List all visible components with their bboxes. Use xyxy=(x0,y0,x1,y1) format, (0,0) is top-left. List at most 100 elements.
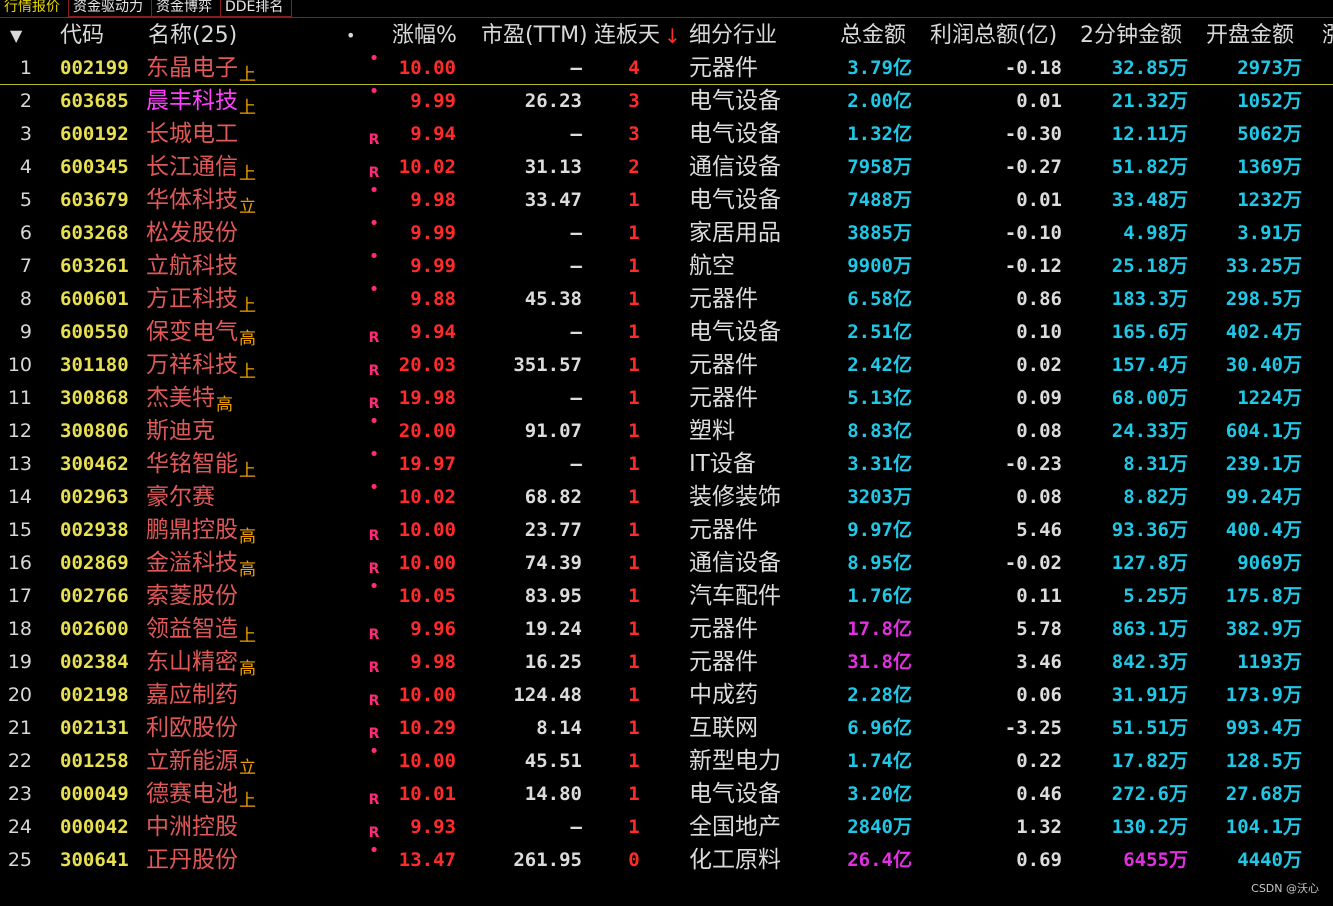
table-row[interactable]: 12 300806 斯迪克 • 20.00 91.07 1 塑料 8.83亿 0.08 24.33万… xyxy=(0,411,1333,448)
table-row[interactable]: 6 603268 松发股份 • 9.99—1 家居用品 3885万 -0.10 4.98万 3.9… xyxy=(0,213,1333,250)
open-amount: 298.5万 xyxy=(1225,288,1302,310)
change-pct: 10.01 xyxy=(398,783,456,805)
col-header-limit-days[interactable]: 连板天 xyxy=(594,19,660,53)
total-amount: 6.96亿 xyxy=(847,717,912,739)
stock-tag: 高 xyxy=(216,395,233,415)
table-row[interactable]: 1 002199 东晶电子上 • 10.00—4 元器件 3.79亿 -0.18 32.85万 2… xyxy=(0,48,1333,85)
table-row[interactable]: 15 002938 鹏鼎控股高 R 10.00 23.77 1 元器件 9.97亿 5.46 93.… xyxy=(0,514,1333,547)
col-header-industry[interactable]: 细分行业 xyxy=(689,19,777,53)
pe-ttm: 261.95 xyxy=(513,849,582,871)
tab-divider xyxy=(0,17,1333,18)
limit-days: 1 xyxy=(628,684,640,706)
table-row[interactable]: 19 002384 东山精密高 R 9.98 16.25 1 元器件 31.8亿 3.46 842.… xyxy=(0,646,1333,679)
tab-bar: 行情报价 资金驱动力 资金博弈 DDE排名 xyxy=(0,0,293,17)
amount-2min: 24.33万 xyxy=(1111,420,1188,442)
table-row[interactable]: 3 600192 长城电工 R 9.94—3 电气设备 1.32亿 -0.30 12.11万 50… xyxy=(0,118,1333,151)
col-header-more[interactable]: 涨 xyxy=(1322,19,1333,53)
sort-menu-icon[interactable]: ▼ xyxy=(10,19,22,53)
open-amount: 33.25万 xyxy=(1225,255,1302,277)
table-row[interactable]: 10 301180 万祥科技上 R 20.03 351.57 1 元器件 2.42亿 0.02 15… xyxy=(0,349,1333,382)
table-row[interactable]: 4 600345 长江通信上 R 10.02 31.13 2 通信设备 7958万 -0.27 51… xyxy=(0,151,1333,184)
table-row[interactable]: 5 603679 华体科技立 • 9.98 33.47 1 电气设备 7488万 0.01 33.4… xyxy=(0,180,1333,217)
stock-code: 600192 xyxy=(60,123,129,145)
pe-ttm: — xyxy=(570,816,582,838)
stock-name: 东山精密 xyxy=(146,649,238,675)
table-row[interactable]: 9 600550 保变电气高 R 9.94—1 电气设备 2.51亿 0.10 165.6万 40… xyxy=(0,316,1333,349)
sort-desc-icon: ↓ xyxy=(664,24,681,48)
change-pct: 10.00 xyxy=(398,552,456,574)
table-row[interactable]: 8 600601 方正科技上 • 9.88 45.38 1 元器件 6.58亿 0.86 183.3… xyxy=(0,279,1333,316)
stock-name: 立航科技 xyxy=(146,253,238,279)
industry: 通信设备 xyxy=(689,550,781,576)
total-amount: 9900万 xyxy=(847,255,912,277)
tab-capital-game[interactable]: 资金博弈 xyxy=(152,0,221,17)
amount-2min: 6455万 xyxy=(1123,849,1188,871)
tab-dde-rank[interactable]: DDE排名 xyxy=(221,0,293,17)
change-pct: 13.47 xyxy=(398,849,456,871)
change-pct: 10.00 xyxy=(398,750,456,772)
row-index: 15 xyxy=(7,519,32,541)
change-pct: 9.96 xyxy=(410,618,456,640)
stock-name: 正丹股份 xyxy=(146,847,238,873)
col-header-mark-icon[interactable]: • xyxy=(346,19,355,53)
row-index: 21 xyxy=(7,717,32,739)
table-row[interactable]: 22 001258 立新能源立 • 10.00 45.51 1 新型电力 1.74亿 0.22 17… xyxy=(0,741,1333,778)
col-header-pe[interactable]: 市盈(TTM) xyxy=(481,19,588,53)
limit-days: 1 xyxy=(628,453,640,475)
stock-name-cell: 华铭智能上 xyxy=(146,448,256,481)
col-header-amount[interactable]: 总金额 xyxy=(840,19,906,53)
col-header-name[interactable]: 名称(25) xyxy=(148,19,237,53)
industry: 塑料 xyxy=(689,418,735,444)
row-index: 13 xyxy=(7,453,32,475)
col-header-profit[interactable]: 利润总额(亿) xyxy=(930,19,1057,53)
col-header-code[interactable]: 代码 xyxy=(60,19,104,53)
tab-capital-drive[interactable]: 资金驱动力 xyxy=(69,0,152,17)
amount-2min: 51.51万 xyxy=(1111,717,1188,739)
limit-days: 0 xyxy=(628,849,640,871)
limit-days: 3 xyxy=(628,90,640,112)
total-amount: 9.97亿 xyxy=(847,519,912,541)
col-header-amount-2min[interactable]: 2分钟金额 xyxy=(1080,19,1182,53)
stock-name: 万祥科技 xyxy=(146,352,238,378)
table-row[interactable]: 25 300641 正丹股份 • 13.47 261.95 0 化工原料 26.4亿 0.69 64… xyxy=(0,840,1333,877)
table-row[interactable]: 21 002131 利欧股份 R 10.29 8.14 1 互联网 6.96亿 -3.25 51.5… xyxy=(0,712,1333,745)
col-header-change[interactable]: 涨幅% xyxy=(392,19,457,53)
open-amount: 2973万 xyxy=(1237,57,1302,79)
change-pct: 9.88 xyxy=(410,288,456,310)
profit-total: 0.09 xyxy=(1016,387,1062,409)
limit-days: 1 xyxy=(628,651,640,673)
table-row[interactable]: 13 300462 华铭智能上 • 19.97—1 IT设备 3.31亿 -0.23 8.31万… xyxy=(0,444,1333,481)
table-row[interactable]: 11 300868 杰美特高 R 19.98—1 元器件 5.13亿 0.09 68.00万 12… xyxy=(0,382,1333,415)
col-header-open-amount[interactable]: 开盘金额 xyxy=(1206,19,1294,53)
table-row[interactable]: 23 000049 德赛电池上 R 10.01 14.80 1 电气设备 3.20亿 0.46 27… xyxy=(0,778,1333,811)
table-row[interactable]: 7 603261 立航科技 • 9.99—1 航空 9900万 -0.12 25.18万 33.2… xyxy=(0,246,1333,283)
row-index: 12 xyxy=(7,420,32,442)
table-row[interactable]: 24 000042 中洲控股 R 9.93—1 全国地产 2840万 1.32 130.2万 10… xyxy=(0,811,1333,844)
row-index: 20 xyxy=(7,684,32,706)
table-row[interactable]: 17 002766 索菱股份 • 10.05 83.95 1 汽车配件 1.76亿 0.11 5.2… xyxy=(0,576,1333,613)
table-row[interactable]: 20 002198 嘉应制药 R 10.00 124.48 1 中成药 2.28亿 0.06 31.… xyxy=(0,679,1333,712)
table-row[interactable]: 14 002963 豪尔赛 • 10.02 68.82 1 装修装饰 3203万 0.08 8.82… xyxy=(0,477,1333,514)
stock-name: 长江通信 xyxy=(146,154,238,180)
limit-days: 1 xyxy=(628,519,640,541)
change-pct: 10.00 xyxy=(398,519,456,541)
stock-tag: 高 xyxy=(239,527,256,547)
stock-tag: 上 xyxy=(239,626,256,646)
amount-2min: 8.82万 xyxy=(1123,486,1188,508)
stock-code: 603261 xyxy=(60,255,129,277)
stock-tag: 上 xyxy=(239,65,256,85)
profit-total: 0.01 xyxy=(1016,90,1062,112)
stock-name: 东晶电子 xyxy=(146,55,238,81)
table-row[interactable]: 2 603685 晨丰科技上 • 9.99 26.23 3 电气设备 2.00亿 0.01 21.3… xyxy=(0,81,1333,118)
limit-days: 1 xyxy=(628,486,640,508)
pe-ttm: 83.95 xyxy=(524,585,582,607)
open-amount: 604.1万 xyxy=(1225,420,1302,442)
tab-quotes[interactable]: 行情报价 xyxy=(0,0,69,17)
amount-2min: 51.82万 xyxy=(1111,156,1188,178)
amount-2min: 5.25万 xyxy=(1123,585,1188,607)
pe-ttm: — xyxy=(570,387,582,409)
table-row[interactable]: 18 002600 领益智造上 R 9.96 19.24 1 元器件 17.8亿 5.78 863.… xyxy=(0,613,1333,646)
limit-days: 1 xyxy=(628,816,640,838)
table-row[interactable]: 16 002869 金溢科技高 R 10.00 74.39 1 通信设备 8.95亿 -0.02 1… xyxy=(0,547,1333,580)
row-index: 14 xyxy=(7,486,32,508)
